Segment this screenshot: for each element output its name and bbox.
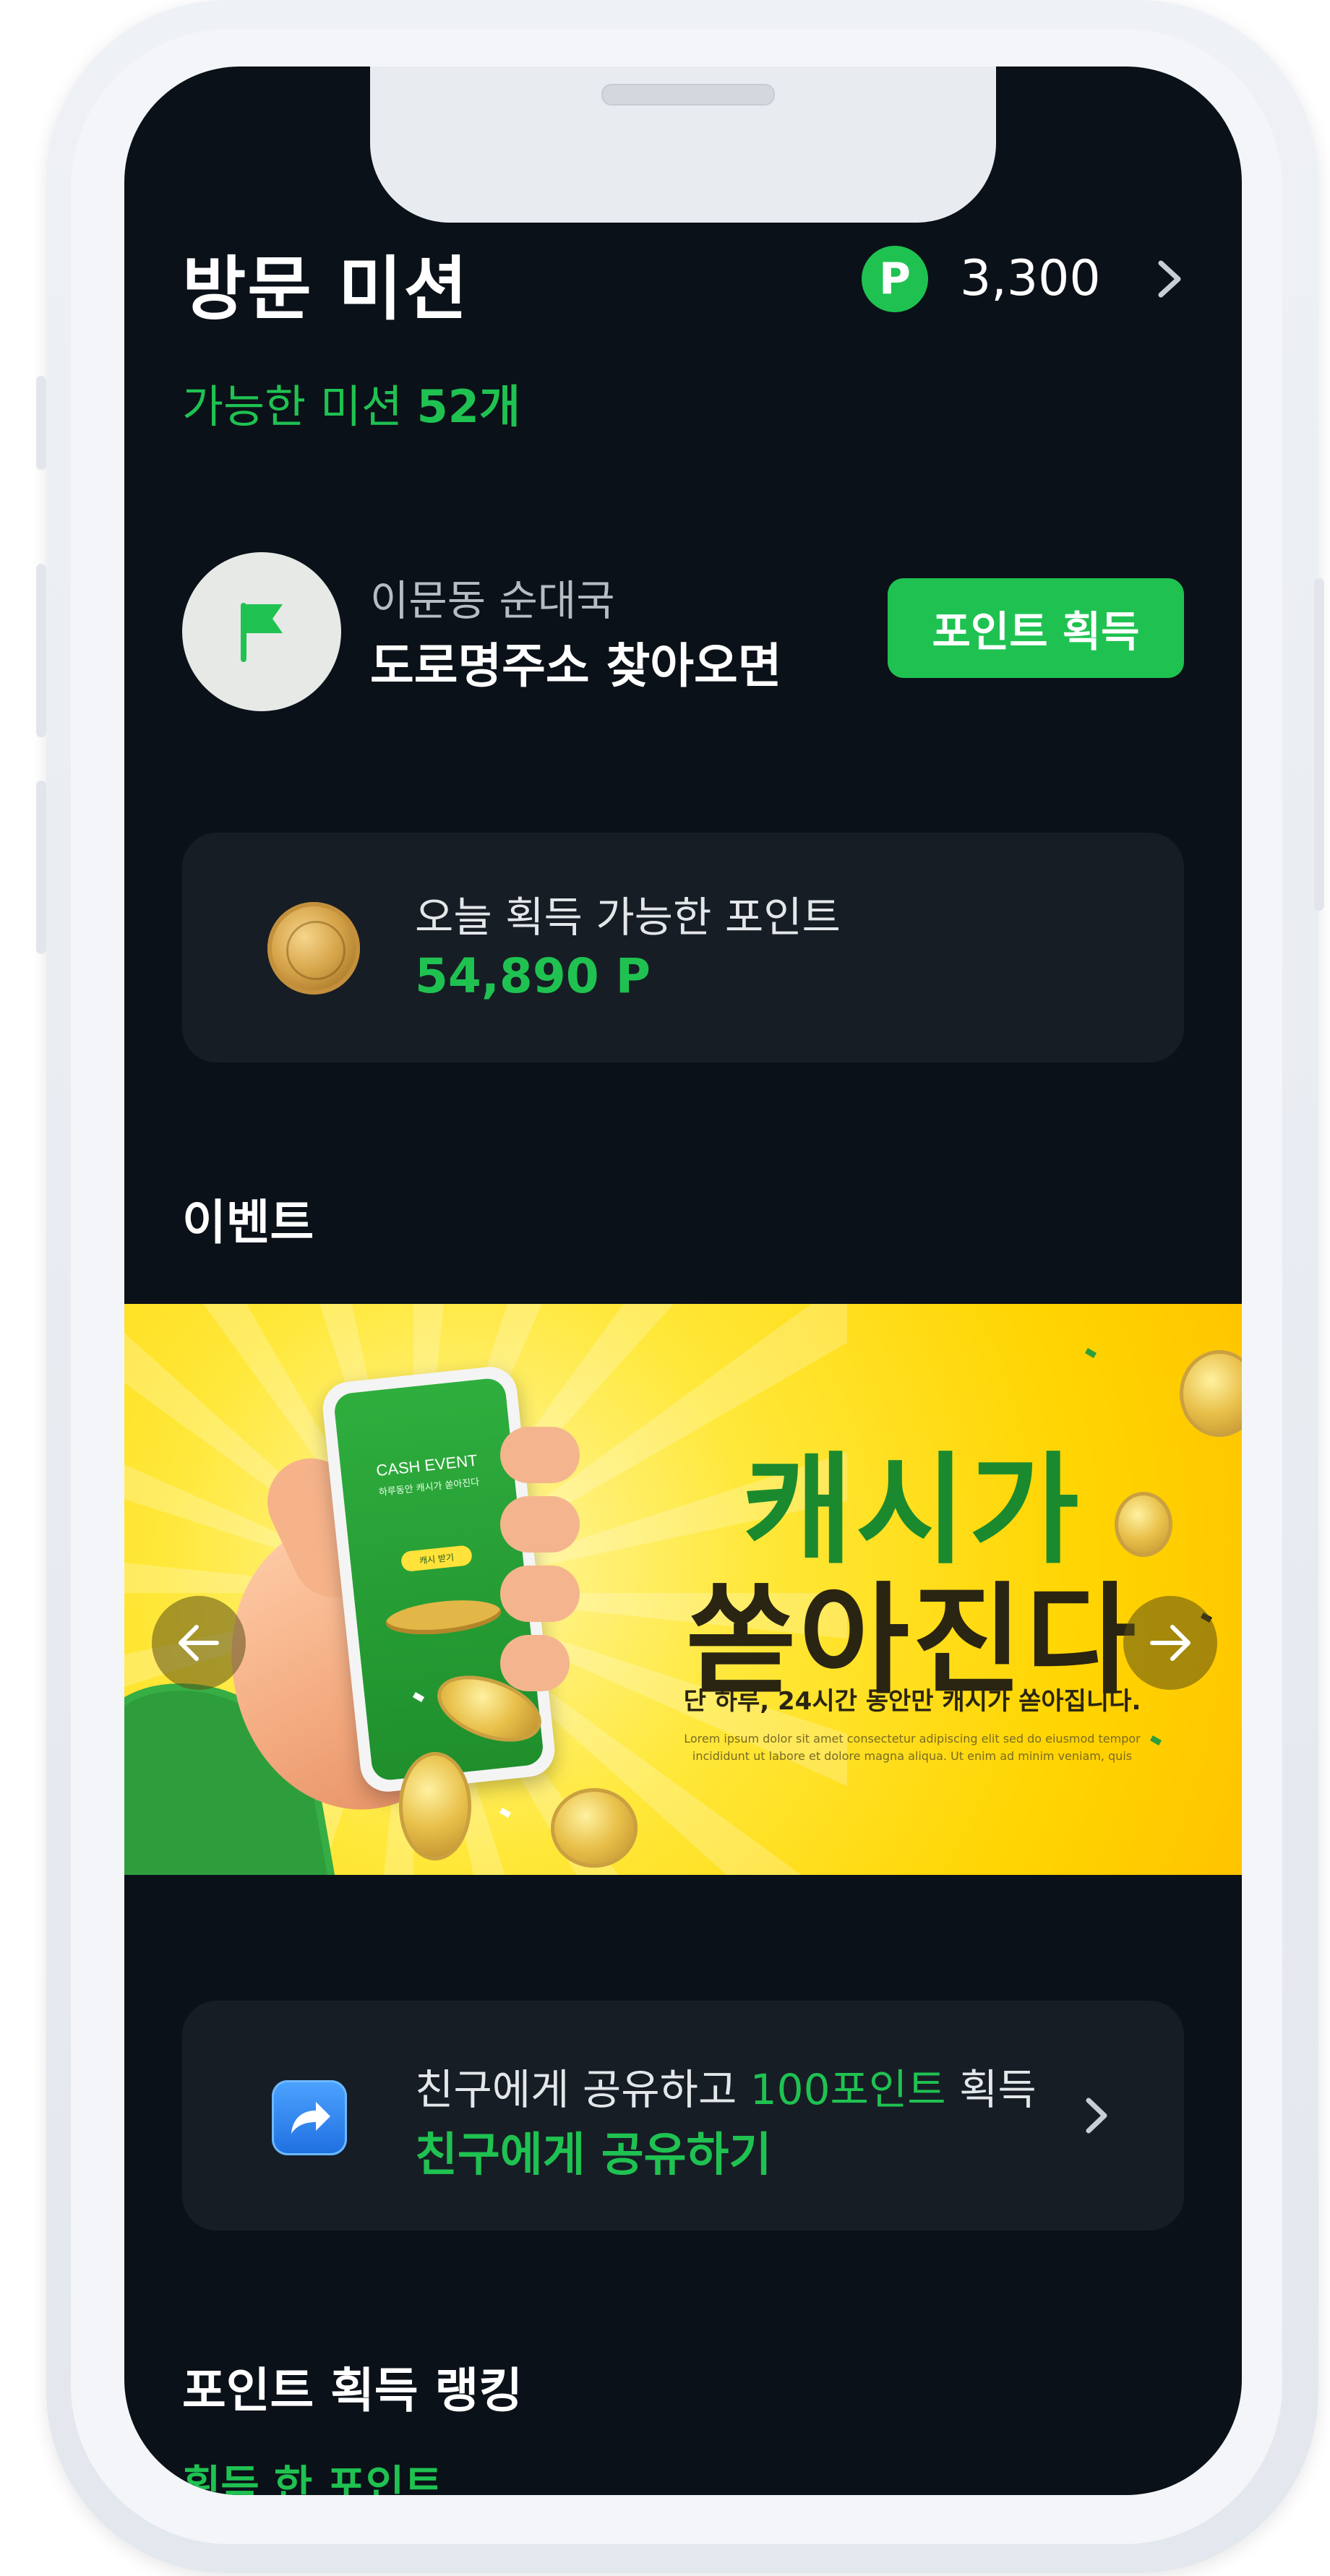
share-card[interactable]: 친구에게 공유하고 100포인트 획득 친구에게 공유하기	[182, 2001, 1184, 2231]
earn-points-button[interactable]: 포인트 획득	[888, 578, 1184, 678]
chevron-right-icon[interactable]	[1145, 250, 1196, 308]
available-missions-label: 가능한 미션	[182, 380, 403, 433]
available-missions: 가능한 미션 52개	[182, 370, 520, 435]
banner-subtitle: 단 하루, 24시간 동안만 캐시가 쏟아집니다.	[683, 1687, 1141, 1716]
volume-up-button	[36, 564, 46, 737]
banner-body-text: Lorem ipsum dolor sit amet consectetur a…	[659, 1730, 1165, 1765]
today-points-label: 오늘 획득 가능한 포인트	[415, 893, 841, 942]
earpiece-speaker	[601, 84, 775, 106]
coin-icon	[399, 1752, 471, 1860]
ranking-section-title: 포인트 획득 랭킹	[182, 2363, 523, 2418]
mission-title: 도로명주소 찾아오면	[370, 638, 782, 694]
power-button	[1314, 578, 1324, 911]
arrow-right-icon	[1150, 1625, 1190, 1661]
ranking-subtitle: 획득 한 포인트	[182, 2461, 443, 2495]
app-screen: 방문 미션 P 3,300 가능한 미션 52개 이문동 순대국 도로명주소 찾…	[124, 66, 1242, 2495]
banner-body-line-1: Lorem ipsum dolor sit amet consectetur a…	[684, 1732, 1141, 1746]
banner-body-line-2: incididunt ut labore et dolore magna ali…	[692, 1749, 1133, 1763]
share-label: 친구에게 공유하고 100포인트 획득	[415, 2065, 1037, 2114]
arrow-left-icon	[179, 1625, 219, 1661]
fingers-illustration	[500, 1427, 580, 1730]
coin-icon	[267, 902, 360, 995]
point-balance[interactable]: 3,300	[960, 246, 1101, 312]
share-with-friends-link[interactable]: 친구에게 공유하기	[415, 2118, 771, 2184]
volume-down-button	[36, 781, 46, 954]
coin-icon	[384, 1595, 503, 1639]
share-icon	[272, 2080, 347, 2155]
today-points-value: 54,890 P	[415, 948, 651, 1004]
page-title: 방문 미션	[182, 249, 469, 330]
today-points-card: 오늘 획득 가능한 포인트 54,890 P	[182, 833, 1184, 1062]
phone-cash-button: 캐시 받기	[400, 1545, 473, 1573]
banner-next-button[interactable]	[1123, 1596, 1217, 1690]
point-badge-icon[interactable]: P	[862, 246, 928, 312]
mute-switch	[36, 376, 46, 470]
mission-location: 이문동 순대국	[370, 576, 615, 625]
phone-notch	[370, 66, 996, 223]
banner-prev-button[interactable]	[152, 1596, 246, 1690]
mission-avatar	[182, 552, 341, 711]
available-missions-count: 52개	[416, 380, 520, 433]
event-banner[interactable]: CASH EVENT 하루동안 캐시가 쏟아진다 캐시 받기 캐시가 쏟아진다 …	[124, 1304, 1242, 1875]
share-reward: 100포인트	[750, 2065, 946, 2114]
chevron-right-icon[interactable]	[1071, 2083, 1122, 2148]
flag-icon	[241, 603, 283, 662]
coin-icon	[1180, 1350, 1242, 1437]
event-section-title: 이벤트	[182, 1195, 314, 1250]
coin-icon	[551, 1788, 638, 1868]
